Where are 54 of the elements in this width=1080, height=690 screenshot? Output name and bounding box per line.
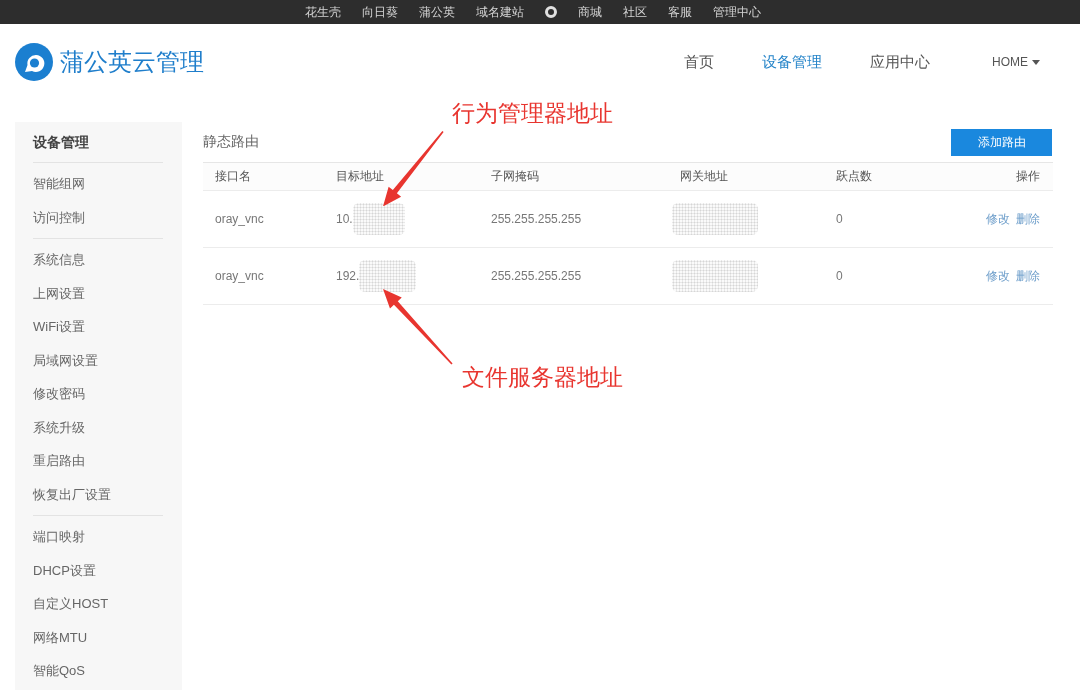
sidebar-item[interactable]: 系统升级 — [33, 410, 163, 444]
add-route-button[interactable]: 添加路由 — [951, 128, 1052, 156]
annotation-text: 行为管理器地址 — [452, 102, 613, 125]
table-cell-text: 255.255.255.255 — [491, 269, 583, 283]
top-link[interactable]: 社区 — [623, 0, 647, 24]
table-cell: 192. — [336, 269, 360, 283]
table-cell: 10. — [336, 212, 353, 226]
top-link[interactable]: 商城 — [578, 0, 602, 24]
column-header: 接口名 — [215, 168, 252, 185]
annotation-text: 文件服务器地址 — [462, 366, 623, 389]
sidebar-item[interactable]: 智能QoS — [33, 654, 163, 688]
ring-icon[interactable] — [545, 6, 557, 18]
column-header: 跃点数 — [836, 168, 873, 185]
sidebar-item[interactable]: DHCP设置 — [33, 553, 163, 587]
sidebar-item[interactable]: 自定义HOST — [33, 587, 163, 621]
sidebar-item[interactable]: 局域网设置 — [33, 343, 163, 377]
column-header: 操作 — [1016, 168, 1040, 185]
top-link[interactable]: 花生壳 — [305, 0, 341, 24]
panel-title: 静态路由 — [203, 133, 259, 151]
sidebar-item[interactable]: 访问控制 — [33, 200, 163, 234]
column-header: 网关地址 — [680, 168, 729, 185]
sidebar-item[interactable]: WiFi设置 — [33, 310, 163, 344]
column-header: 子网掩码 — [491, 168, 540, 185]
top-link[interactable]: 蒲公英 — [419, 0, 455, 24]
table-cell-text: oray_vnc — [215, 269, 265, 283]
table-cell-text: oray_vnc — [215, 212, 265, 226]
table-cell-text: 0 — [836, 212, 844, 226]
sidebar-item[interactable]: 端口映射 — [33, 520, 163, 554]
action-link[interactable]: 删除 — [1016, 210, 1040, 228]
sidebar-item[interactable]: 修改密码 — [33, 377, 163, 411]
sidebar-item[interactable]: 恢复出厂设置 — [33, 477, 163, 511]
table-cell-text: 255.255.255.255 — [491, 212, 583, 226]
top-link[interactable]: 管理中心 — [713, 0, 761, 24]
account-menu[interactable]: HOME — [992, 55, 1040, 69]
brand-name: 蒲公英云管理 — [60, 47, 204, 77]
sidebar-item[interactable]: 重启路由 — [33, 444, 163, 478]
action-link[interactable]: 修改 — [986, 267, 1010, 285]
sidebar-heading: 设备管理 — [33, 133, 90, 152]
top-link[interactable]: 域名建站 — [476, 0, 524, 24]
column-header: 目标地址 — [336, 168, 385, 185]
top-link[interactable]: 向日葵 — [362, 0, 398, 24]
action-link[interactable]: 修改 — [986, 210, 1010, 228]
caret-icon — [1032, 59, 1040, 65]
sidebar-item[interactable]: 智能组网 — [33, 167, 163, 201]
action-link[interactable]: 删除 — [1016, 267, 1040, 285]
table-cell-text: 0 — [836, 269, 844, 283]
sidebar-item[interactable]: 系统信息 — [33, 243, 163, 277]
logo-icon — [15, 43, 53, 81]
sidebar-item[interactable]: 上网设置 — [33, 276, 163, 310]
nav-link[interactable]: 设备管理 — [762, 52, 822, 72]
nav-link[interactable]: 首页 — [684, 52, 714, 72]
top-link[interactable]: 客服 — [668, 0, 692, 24]
sidebar-item[interactable]: 网络MTU — [33, 620, 163, 654]
nav-link[interactable]: 应用中心 — [870, 52, 930, 72]
